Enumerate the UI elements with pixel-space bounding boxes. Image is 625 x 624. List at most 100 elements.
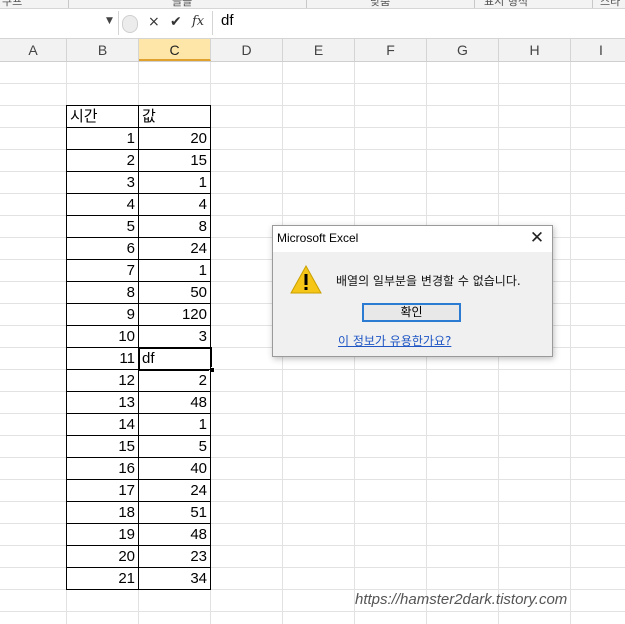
dialog-body: 배열의 일부분을 변경할 수 없습니다. 확인 이 정보가 유용한가요? [273, 252, 552, 356]
table-border [210, 106, 211, 590]
table-cell-time[interactable]: 4 [67, 194, 138, 216]
table-cell-value[interactable]: 24 [139, 238, 210, 260]
dialog-title: Microsoft Excel [277, 231, 359, 245]
warning-icon [290, 264, 322, 294]
table-cell-time[interactable]: 1 [67, 128, 138, 150]
table-border [66, 545, 211, 546]
table-border [66, 391, 211, 392]
table-border [66, 149, 211, 150]
ribbon-group-label: 맞춤 [370, 0, 391, 8]
table-cell-value[interactable]: 2 [139, 370, 210, 392]
table-cell-value[interactable]: 4 [139, 194, 210, 216]
ribbon-group-label: 표시 형식 [484, 0, 528, 8]
table-cell-time[interactable]: 10 [67, 326, 138, 348]
ribbon-separator [68, 0, 69, 8]
table-border [66, 457, 211, 458]
table-border [66, 325, 211, 326]
ribbon-separator [592, 0, 593, 8]
table-cell-time[interactable]: 16 [67, 458, 138, 480]
table-border [66, 501, 211, 502]
table-cell-time[interactable]: 21 [67, 568, 138, 590]
table-border [66, 567, 211, 568]
table-cell-value[interactable]: 50 [139, 282, 210, 304]
table-cell-value[interactable]: 40 [139, 458, 210, 480]
grip-handle[interactable] [122, 15, 138, 33]
table-cell-value[interactable]: 48 [139, 392, 210, 414]
active-cell[interactable]: df [139, 348, 210, 370]
table-cell-time[interactable]: 2 [67, 150, 138, 172]
table-cell-time[interactable]: 9 [67, 304, 138, 326]
table-border [66, 435, 211, 436]
cancel-icon[interactable]: × [148, 14, 160, 30]
table-border [66, 106, 67, 590]
table-cell-time[interactable]: 18 [67, 502, 138, 524]
table-cell-value[interactable]: 20 [139, 128, 210, 150]
table-border [66, 105, 211, 106]
column-header-i[interactable]: I [571, 39, 625, 61]
table-cell-value[interactable]: 1 [139, 260, 210, 282]
table-cell-time[interactable]: 19 [67, 524, 138, 546]
column-header-d[interactable]: D [211, 39, 283, 61]
table-cell-time[interactable]: 6 [67, 238, 138, 260]
table-cell-value[interactable]: 1 [139, 172, 210, 194]
formula-bar: ▼ × ✔ fx df [0, 9, 625, 39]
table-cell-time[interactable]: 11 [67, 348, 138, 370]
column-header-g[interactable]: G [427, 39, 499, 61]
ribbon-strip: 쿠프 글꼴 맞춤 표시 형식 스타 [0, 0, 625, 9]
column-header-row: A B C D E F G H I [0, 39, 625, 62]
table-cell-value[interactable]: 15 [139, 150, 210, 172]
column-header-e[interactable]: E [283, 39, 355, 61]
table-cell-time[interactable]: 15 [67, 436, 138, 458]
column-header-f[interactable]: F [355, 39, 427, 61]
header-cell-value[interactable]: 값 [139, 106, 210, 128]
grid-row-line [0, 611, 625, 612]
chevron-down-icon[interactable]: ▼ [106, 16, 113, 26]
insert-function-icon[interactable]: fx [192, 14, 204, 29]
table-cell-time[interactable]: 5 [67, 216, 138, 238]
table-cell-value[interactable]: 120 [139, 304, 210, 326]
table-cell-time[interactable]: 17 [67, 480, 138, 502]
table-cell-time[interactable]: 13 [67, 392, 138, 414]
table-cell-value[interactable]: 3 [139, 326, 210, 348]
grid-row-line [0, 83, 625, 84]
table-cell-time[interactable]: 7 [67, 260, 138, 282]
ribbon-separator [474, 0, 475, 8]
table-border [66, 479, 211, 480]
table-cell-value[interactable]: 34 [139, 568, 210, 590]
dialog-message: 배열의 일부분을 변경할 수 없습니다. [336, 274, 521, 288]
header-cell-time[interactable]: 시간 [67, 106, 138, 128]
column-header-a[interactable]: A [0, 39, 67, 61]
table-border [66, 259, 211, 260]
column-header-b[interactable]: B [67, 39, 139, 61]
dialog-titlebar[interactable]: Microsoft Excel ✕ [273, 226, 552, 252]
ok-button[interactable]: 확인 [362, 303, 461, 322]
help-link[interactable]: 이 정보가 유용한가요? [338, 332, 451, 349]
table-border [66, 347, 211, 348]
table-cell-value[interactable]: 1 [139, 414, 210, 436]
table-cell-value[interactable]: 5 [139, 436, 210, 458]
table-cell-value[interactable]: 23 [139, 546, 210, 568]
column-header-c[interactable]: C [139, 39, 211, 61]
column-header-h[interactable]: H [499, 39, 571, 61]
table-cell-time[interactable]: 8 [67, 282, 138, 304]
table-cell-value[interactable]: 51 [139, 502, 210, 524]
ribbon-group-label: 글꼴 [172, 0, 193, 8]
table-cell-time[interactable]: 3 [67, 172, 138, 194]
check-icon[interactable]: ✔ [170, 14, 182, 30]
table-cell-value[interactable]: 24 [139, 480, 210, 502]
close-icon[interactable]: ✕ [527, 228, 547, 248]
error-dialog: Microsoft Excel ✕ 배열의 일부분을 변경할 수 없습니다. 확… [272, 225, 553, 357]
table-cell-time[interactable]: 14 [67, 414, 138, 436]
name-box[interactable]: ▼ [0, 11, 119, 35]
grid-column-line [570, 62, 571, 624]
table-border [66, 215, 211, 216]
table-cell-time[interactable]: 20 [67, 546, 138, 568]
table-border [66, 237, 211, 238]
table-border [66, 523, 211, 524]
table-cell-value[interactable]: 8 [139, 216, 210, 238]
table-cell-time[interactable]: 12 [67, 370, 138, 392]
formula-input[interactable]: df [221, 12, 234, 29]
table-border [138, 106, 139, 590]
table-cell-value[interactable]: 48 [139, 524, 210, 546]
ribbon-group-label: 스타 [600, 0, 621, 8]
